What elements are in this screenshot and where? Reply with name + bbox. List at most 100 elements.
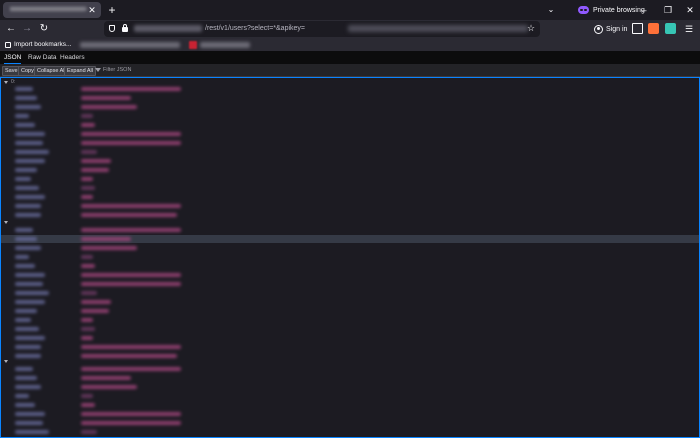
json-tree: 0: xyxy=(0,77,700,438)
json-row[interactable] xyxy=(1,392,699,400)
browser-tab[interactable]: xxxxxxxxxxxxxxxxxxxxxxx ✕ xyxy=(3,2,101,18)
forward-icon[interactable]: → xyxy=(20,22,34,36)
json-row[interactable] xyxy=(1,211,699,219)
json-key xyxy=(15,336,45,340)
json-row[interactable] xyxy=(1,235,699,243)
json-row[interactable] xyxy=(1,226,699,234)
json-row[interactable] xyxy=(1,112,699,120)
reload-icon[interactable]: ↻ xyxy=(37,22,51,36)
lock-icon[interactable] xyxy=(122,24,128,32)
chevron-down-icon[interactable]: ⌄ xyxy=(546,4,556,16)
json-row[interactable] xyxy=(1,130,699,138)
json-key xyxy=(15,237,37,241)
json-value xyxy=(81,177,93,181)
json-value xyxy=(81,336,93,340)
json-row[interactable] xyxy=(1,121,699,129)
expand-toggle-icon[interactable] xyxy=(4,80,8,84)
account-icon xyxy=(594,24,603,34)
expand-all-button[interactable]: Expand All xyxy=(64,66,96,76)
back-icon[interactable]: ← xyxy=(4,22,18,36)
tab-headers[interactable]: Headers xyxy=(60,51,85,64)
json-row[interactable] xyxy=(1,253,699,261)
json-toolbar: Save Copy Collapse All Expand All Filter… xyxy=(0,64,700,77)
extension-icon[interactable] xyxy=(665,23,676,34)
bookmark-item[interactable] xyxy=(80,42,180,48)
url-bar[interactable]: /rest/v1/users?select=*&apikey= xyxy=(104,21,540,37)
json-row[interactable] xyxy=(1,419,699,427)
restore-icon[interactable]: ❐ xyxy=(661,3,675,17)
json-key xyxy=(15,309,37,313)
json-row[interactable] xyxy=(1,148,699,156)
json-row[interactable] xyxy=(1,85,699,93)
json-row[interactable] xyxy=(1,334,699,342)
json-value xyxy=(81,327,95,331)
json-key xyxy=(15,421,43,425)
bookmark-item[interactable] xyxy=(200,42,250,48)
json-row[interactable] xyxy=(1,307,699,315)
json-row[interactable] xyxy=(1,157,699,165)
json-value xyxy=(81,87,181,91)
json-row[interactable] xyxy=(1,298,699,306)
tab-json[interactable]: JSON xyxy=(4,51,22,64)
json-row[interactable] xyxy=(1,374,699,382)
expand-toggle-icon[interactable] xyxy=(4,360,8,363)
expand-toggle-icon[interactable] xyxy=(4,221,8,224)
json-row[interactable] xyxy=(1,193,699,201)
import-bookmarks-button[interactable]: Import bookmarks... xyxy=(5,40,71,49)
json-value xyxy=(81,228,181,232)
json-row[interactable] xyxy=(1,271,699,279)
json-key xyxy=(15,354,41,358)
json-row[interactable] xyxy=(1,352,699,360)
json-row[interactable] xyxy=(1,325,699,333)
json-value xyxy=(81,195,93,199)
extensions-icon[interactable] xyxy=(632,23,643,34)
bookmark-favicon[interactable] xyxy=(189,41,197,49)
json-key xyxy=(15,345,41,349)
import-bookmarks-label: Import bookmarks... xyxy=(14,41,72,48)
json-key xyxy=(15,255,29,259)
json-key xyxy=(15,177,31,181)
extension-icon[interactable] xyxy=(648,23,659,34)
json-row[interactable] xyxy=(1,316,699,324)
json-key xyxy=(15,195,45,199)
json-key xyxy=(15,105,41,109)
json-row[interactable] xyxy=(1,175,699,183)
json-row[interactable] xyxy=(1,280,699,288)
json-key xyxy=(15,87,33,91)
json-row[interactable] xyxy=(1,139,699,147)
filter-json-input[interactable]: Filter JSON xyxy=(95,66,131,74)
json-value xyxy=(81,354,177,358)
minimize-icon[interactable]: – xyxy=(637,3,651,17)
json-row[interactable] xyxy=(1,401,699,409)
json-row[interactable] xyxy=(1,343,699,351)
private-mask-icon xyxy=(578,6,589,14)
json-key xyxy=(15,150,49,154)
plus-icon[interactable]: + xyxy=(106,3,118,17)
json-row[interactable] xyxy=(1,383,699,391)
json-key xyxy=(15,327,39,331)
json-row[interactable] xyxy=(1,202,699,210)
json-row[interactable] xyxy=(1,365,699,373)
tab-strip: xxxxxxxxxxxxxxxxxxxxxxx ✕ + ⌄ Private br… xyxy=(0,0,700,20)
menu-icon[interactable]: ☰ xyxy=(683,23,695,35)
json-row[interactable] xyxy=(1,94,699,102)
sign-in-button[interactable]: Sign in xyxy=(594,23,627,35)
json-row[interactable] xyxy=(1,184,699,192)
shield-icon[interactable] xyxy=(109,25,115,32)
json-row[interactable] xyxy=(1,244,699,252)
json-row[interactable] xyxy=(1,410,699,418)
close-icon[interactable]: ✕ xyxy=(87,5,97,15)
json-row[interactable] xyxy=(1,166,699,174)
private-browsing-indicator: Private browsing xyxy=(578,4,645,16)
json-key xyxy=(15,213,41,217)
json-key xyxy=(15,385,41,389)
json-row[interactable] xyxy=(1,428,699,436)
json-row[interactable] xyxy=(1,289,699,297)
json-row[interactable] xyxy=(1,103,699,111)
json-value xyxy=(81,430,97,434)
tab-raw-data[interactable]: Raw Data xyxy=(28,51,57,64)
close-window-icon[interactable]: ✕ xyxy=(683,3,697,17)
json-row[interactable] xyxy=(1,262,699,270)
json-key xyxy=(15,246,41,250)
star-icon[interactable]: ☆ xyxy=(526,23,536,33)
